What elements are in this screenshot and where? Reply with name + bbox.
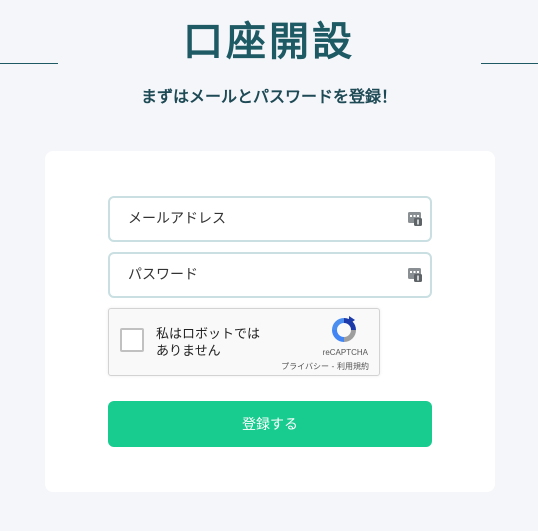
recaptcha-logo-icon	[332, 316, 356, 342]
password-input[interactable]	[128, 254, 398, 296]
password-manager-icon[interactable]	[408, 268, 422, 282]
recaptcha-checkbox[interactable]	[120, 328, 144, 352]
recaptcha-links: プライバシー - 利用規約	[281, 361, 369, 372]
recaptcha-terms-link[interactable]: 利用規約	[337, 362, 369, 371]
recaptcha-privacy-link[interactable]: プライバシー	[281, 362, 329, 371]
page-title: 口座開設	[183, 19, 355, 65]
recaptcha-link-separator: -	[329, 362, 337, 371]
email-field	[108, 196, 432, 242]
password-field	[108, 252, 432, 298]
recaptcha-brand: reCAPTCHA	[322, 348, 368, 357]
email-input[interactable]	[128, 198, 398, 240]
recaptcha-label: 私はロボットではありません	[156, 327, 261, 359]
recaptcha-widget: 私はロボットではありません reCAPTCHA プライバシー - 利用規約	[108, 308, 380, 376]
register-button[interactable]: 登録する	[108, 401, 432, 447]
password-manager-icon[interactable]	[408, 212, 422, 226]
page-subtitle: まずはメールとパスワードを登録！	[140, 87, 397, 106]
